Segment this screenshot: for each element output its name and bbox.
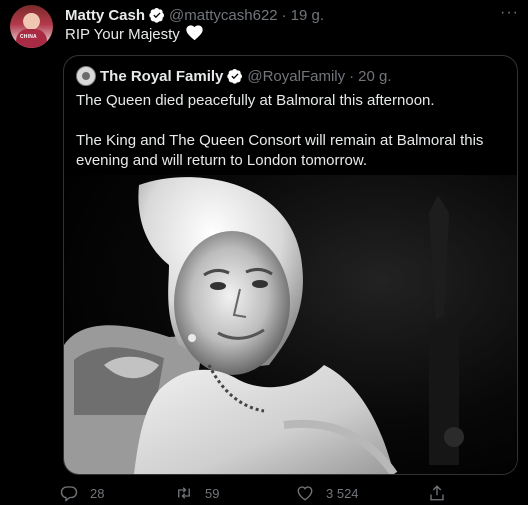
author-handle[interactable]: @mattycash622: [169, 7, 278, 24]
reply-button[interactable]: 28: [60, 484, 104, 502]
quoted-tweet-header: The Royal Family @RoyalFamily · 20 g.: [76, 66, 392, 86]
author-name[interactable]: Matty Cash: [65, 7, 145, 24]
verified-badge-icon: [227, 69, 243, 84]
share-button[interactable]: [428, 484, 446, 502]
more-icon[interactable]: ···: [500, 4, 520, 22]
tweet-actions: 28 59 3 524: [60, 484, 460, 504]
royal-family-avatar[interactable]: [76, 66, 96, 86]
retweet-button[interactable]: 59: [175, 484, 219, 502]
quoted-author-name[interactable]: The Royal Family: [100, 68, 223, 85]
author-avatar[interactable]: CHINA: [10, 5, 53, 48]
like-icon: [297, 486, 313, 501]
like-button[interactable]: 3 524: [296, 484, 359, 502]
quoted-text-line-1: The Queen died peacefully at Balmoral th…: [76, 92, 435, 109]
like-count: 3 524: [326, 485, 359, 501]
quoted-text-line-2: The King and The Queen Consort will rema…: [76, 132, 484, 169]
white-heart-icon: [186, 25, 203, 41]
separator-dot: ·: [349, 67, 355, 85]
retweet-icon: [178, 487, 190, 499]
tweet-header: Matty Cash @mattycash622 · 19 g.: [65, 5, 324, 25]
quoted-author-handle[interactable]: @RoyalFamily: [247, 68, 345, 85]
reply-count: 28: [90, 485, 105, 501]
quoted-tweet-text: The Queen died peacefully at Balmoral th…: [76, 91, 506, 171]
tweet-time[interactable]: 19 g.: [291, 7, 324, 24]
quoted-tweet-time[interactable]: 20 g.: [358, 68, 391, 85]
verified-badge-icon: [149, 8, 165, 23]
quoted-tweet[interactable]: The Royal Family @RoyalFamily · 20 g. Th…: [63, 55, 518, 475]
retweet-count: 59: [205, 485, 220, 501]
reply-icon: [60, 486, 78, 502]
share-icon: [430, 485, 444, 501]
portrait-image: [64, 175, 517, 474]
tweet-text: RIP Your Majesty: [65, 25, 203, 45]
queen-photo[interactable]: [64, 175, 517, 474]
tweet-text-content: RIP Your Majesty: [65, 26, 180, 43]
avatar-logo-text: CHINA: [20, 34, 37, 40]
separator-dot: ·: [281, 6, 287, 24]
